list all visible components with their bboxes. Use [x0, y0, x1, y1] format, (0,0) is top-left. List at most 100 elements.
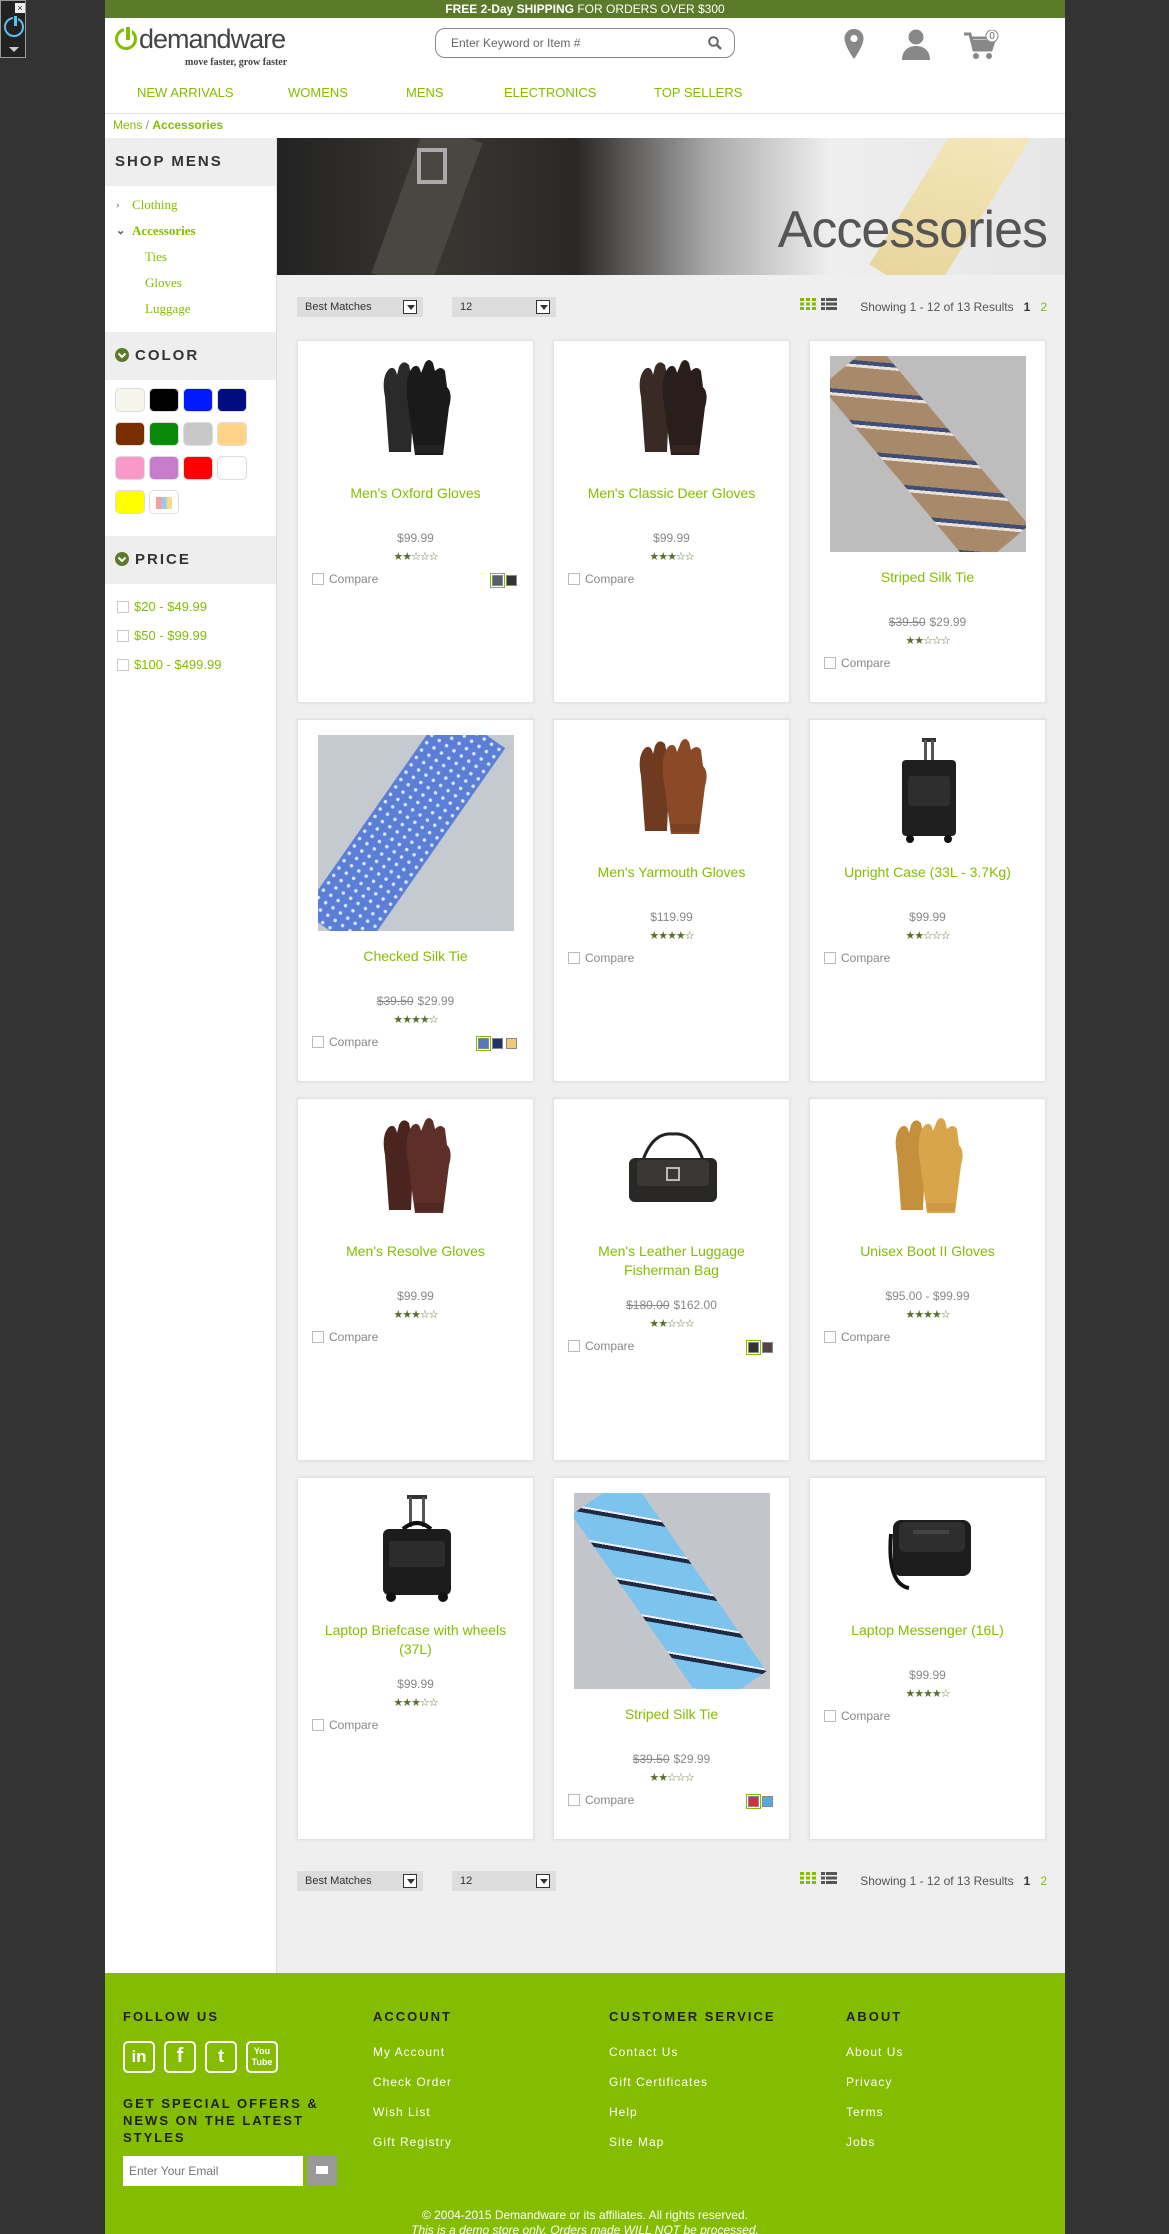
- color-swatch[interactable]: [149, 456, 179, 480]
- category-accessories[interactable]: ⌄ Accessories: [105, 218, 276, 244]
- sort-select[interactable]: Best Matches: [297, 297, 423, 317]
- product-color-swatch[interactable]: [746, 1340, 761, 1356]
- checkbox[interactable]: [824, 1709, 836, 1722]
- color-swatch[interactable]: [115, 422, 145, 446]
- product-name[interactable]: Striped Silk Tie: [820, 568, 1035, 587]
- search-input[interactable]: [451, 30, 691, 56]
- category-luggage[interactable]: Luggage: [105, 296, 276, 322]
- footer-link-privacy[interactable]: Privacy: [846, 2075, 892, 2089]
- compare-checkbox[interactable]: Compare: [312, 1718, 378, 1732]
- nav-electronics[interactable]: ELECTRONICS: [504, 85, 596, 100]
- facebook-icon[interactable]: f: [164, 2041, 196, 2073]
- product-color-swatch[interactable]: [506, 575, 517, 587]
- product-tile[interactable]: Upright Case (33L - 3.7Kg) $99.99 ★★☆☆☆ Com…: [809, 719, 1046, 1082]
- checkbox[interactable]: [312, 1330, 324, 1343]
- nav-new-arrivals[interactable]: NEW ARRIVALS: [137, 85, 234, 100]
- footer-link-terms[interactable]: Terms: [846, 2105, 884, 2119]
- product-name[interactable]: Upright Case (33L - 3.7Kg): [820, 863, 1035, 882]
- product-tile[interactable]: Unisex Boot II Gloves $95.00 - $99.99 ★★★★…: [809, 1098, 1046, 1461]
- search-icon[interactable]: [708, 36, 722, 50]
- footer-link-gift-certificates[interactable]: Gift Certificates: [609, 2075, 708, 2089]
- color-swatch[interactable]: [217, 422, 247, 446]
- compare-checkbox[interactable]: Compare: [824, 951, 890, 965]
- nav-mens[interactable]: MENS: [406, 85, 444, 100]
- twitter-icon[interactable]: t: [205, 2041, 237, 2073]
- checkbox[interactable]: [312, 572, 324, 585]
- checkbox[interactable]: [568, 1793, 580, 1806]
- compare-checkbox[interactable]: Compare: [824, 1709, 890, 1723]
- color-swatch[interactable]: [115, 490, 145, 514]
- product-name[interactable]: Checked Silk Tie: [308, 947, 523, 966]
- price-filter-100-499[interactable]: $100 - $499.99: [117, 650, 276, 679]
- product-name[interactable]: Unisex Boot II Gloves: [820, 1242, 1035, 1261]
- checkbox[interactable]: [568, 1339, 580, 1352]
- compare-checkbox[interactable]: Compare: [312, 1035, 378, 1049]
- devtool-widget[interactable]: ×: [0, 0, 26, 58]
- footer-link-jobs[interactable]: Jobs: [846, 2135, 875, 2149]
- color-swatch[interactable]: [149, 490, 179, 514]
- product-tile[interactable]: Laptop Briefcase with wheels (37L) $99.99…: [297, 1477, 534, 1840]
- product-color-swatch[interactable]: [506, 1038, 517, 1050]
- price-heading[interactable]: PRICE: [105, 536, 276, 584]
- page-2-link[interactable]: 2: [1040, 1874, 1047, 1888]
- product-tile[interactable]: Men's Leather Luggage Fisherman Bag $180.…: [553, 1098, 790, 1461]
- product-image-tie-tan[interactable]: [830, 356, 1026, 552]
- product-image-glove-tan[interactable]: [810, 1114, 1047, 1226]
- compare-checkbox[interactable]: Compare: [568, 1339, 634, 1353]
- account-icon[interactable]: [901, 28, 931, 60]
- category-ties[interactable]: Ties: [105, 244, 276, 270]
- compare-checkbox[interactable]: Compare: [312, 1330, 378, 1344]
- product-color-swatch[interactable]: [476, 1036, 491, 1052]
- sort-select[interactable]: Best Matches: [297, 1871, 423, 1891]
- product-name[interactable]: Men's Oxford Gloves: [308, 484, 523, 503]
- product-image-glove-maroon[interactable]: [298, 1114, 535, 1226]
- product-name[interactable]: Men's Yarmouth Gloves: [564, 863, 779, 882]
- checkbox[interactable]: [568, 951, 580, 964]
- product-name[interactable]: Men's Resolve Gloves: [308, 1242, 523, 1261]
- store-locator-icon[interactable]: [843, 28, 865, 60]
- product-color-swatch[interactable]: [762, 1342, 773, 1354]
- product-tile[interactable]: Men's Oxford Gloves $99.99 ★★☆☆☆ Compare: [297, 340, 534, 703]
- product-image-tie-blue[interactable]: [318, 735, 514, 931]
- linkedin-icon[interactable]: in: [123, 2041, 155, 2073]
- product-name[interactable]: Striped Silk Tie: [564, 1705, 779, 1724]
- product-tile[interactable]: Checked Silk Tie $39.50 $29.99 ★★★★☆ Compare: [297, 719, 534, 1082]
- nav-womens[interactable]: WOMENS: [288, 85, 348, 100]
- product-color-swatch[interactable]: [490, 573, 505, 589]
- email-submit-button[interactable]: [307, 2156, 337, 2186]
- footer-link-about-us[interactable]: About Us: [846, 2045, 903, 2059]
- checkbox[interactable]: [824, 1330, 836, 1343]
- product-color-swatch[interactable]: [762, 1796, 773, 1808]
- color-swatch[interactable]: [149, 422, 179, 446]
- product-image-briefcase[interactable]: [298, 1493, 535, 1605]
- product-image-glove-brown[interactable]: [554, 735, 791, 847]
- youtube-icon[interactable]: You Tube: [246, 2041, 278, 2073]
- per-page-select[interactable]: 12: [452, 1871, 556, 1891]
- color-heading[interactable]: COLOR: [105, 332, 276, 380]
- footer-link-site-map[interactable]: Site Map: [609, 2135, 664, 2149]
- product-image-glove-black[interactable]: [298, 356, 535, 468]
- color-swatch[interactable]: [183, 456, 213, 480]
- product-color-swatch[interactable]: [492, 1038, 503, 1050]
- list-view-icon[interactable]: [821, 298, 837, 310]
- close-icon[interactable]: ×: [15, 3, 25, 13]
- compare-checkbox[interactable]: Compare: [824, 656, 890, 670]
- checkbox[interactable]: [312, 1718, 324, 1731]
- footer-link-wish-list[interactable]: Wish List: [373, 2105, 431, 2119]
- color-swatch[interactable]: [183, 422, 213, 446]
- product-image-bag-leather[interactable]: [554, 1114, 791, 1226]
- product-name[interactable]: Men's Classic Deer Gloves: [564, 484, 779, 503]
- product-tile[interactable]: Striped Silk Tie $39.50 $29.99 ★★☆☆☆ Compare: [809, 340, 1046, 703]
- category-clothing[interactable]: › Clothing: [105, 192, 276, 218]
- power-icon[interactable]: [4, 15, 24, 37]
- checkbox[interactable]: [312, 1035, 324, 1048]
- product-image-glove-dark[interactable]: [554, 356, 791, 468]
- color-swatch[interactable]: [149, 388, 179, 412]
- email-input[interactable]: [123, 2156, 303, 2186]
- price-filter-50-99[interactable]: $50 - $99.99: [117, 621, 276, 650]
- breadcrumb-mens[interactable]: Mens: [113, 118, 142, 132]
- color-swatch[interactable]: [115, 388, 145, 412]
- color-swatch[interactable]: [217, 456, 247, 480]
- color-swatch[interactable]: [183, 388, 213, 412]
- nav-top-sellers[interactable]: TOP SELLERS: [654, 85, 742, 100]
